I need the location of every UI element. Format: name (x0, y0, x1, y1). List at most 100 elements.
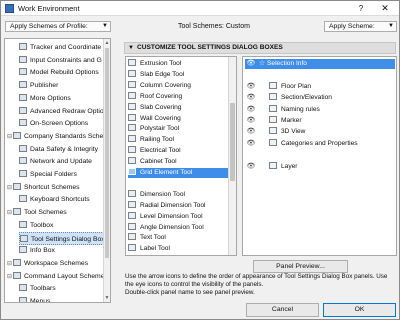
tree-item-label: Menus (30, 298, 51, 303)
panel-list-item[interactable]: 👁 ☆ Selection Info (245, 59, 395, 69)
panel-header-title: CUSTOMIZE TOOL SETTINGS DIALOG BOXES (137, 44, 283, 51)
tree-item-label: On-Screen Options (30, 120, 89, 128)
tree-item[interactable]: More Options (19, 92, 104, 105)
tree-item[interactable]: ⊟ Company Standards Schem (7, 130, 109, 143)
tree-item-label: Command Layout Scheme (24, 272, 105, 280)
panel-list-item[interactable]: 👁 Section/Elevation (245, 93, 395, 103)
tool-list-scroll-thumb[interactable] (230, 103, 235, 181)
tree-item[interactable]: Tracker and Coordinate (19, 41, 104, 54)
cancel-button[interactable]: Cancel (246, 303, 319, 317)
settings-page-icon (19, 157, 27, 165)
tree-scrollbar[interactable]: ▲ ▼ (103, 39, 110, 302)
tree-item[interactable]: Advanced Redraw Optio (19, 105, 104, 118)
panel-preview-button[interactable]: Panel Preview... (253, 260, 348, 273)
tree-item-label: Workspace Schemes (24, 259, 89, 267)
panel-list[interactable]: 👁 ☆ Selection Info 👁 Floor Plan 👁 Section/Elev… (242, 56, 397, 256)
tree-item[interactable]: Model Rebuild Options (19, 66, 104, 79)
tree-item[interactable]: Menus (19, 295, 104, 303)
tool-list-item[interactable]: Dimension Tool (128, 189, 228, 200)
tool-list-label: Radial Dimension Tool (140, 201, 206, 209)
tool-list-item[interactable]: Label Tool (128, 244, 228, 254)
tree-item[interactable]: Input Constraints and G (19, 54, 104, 67)
eye-icon[interactable]: 👁 (245, 59, 257, 69)
tool-icon (128, 222, 136, 230)
tool-list-label: Dimension Tool (140, 190, 185, 198)
tree-item[interactable]: Toolbox (19, 219, 104, 232)
panel-header[interactable]: ▼ CUSTOMIZE TOOL SETTINGS DIALOG BOXES (124, 42, 396, 54)
tool-list-item[interactable]: Extrusion Tool (128, 59, 228, 69)
tree-item[interactable]: Network and Update (19, 155, 104, 168)
tree-item[interactable]: Keyboard Shortcuts (19, 193, 104, 206)
tool-list-item[interactable]: Electrical Tool (128, 146, 228, 156)
tree-item[interactable]: ⊟ Tool Schemes (7, 206, 104, 219)
eye-icon[interactable]: 👁 (245, 116, 257, 126)
settings-page-icon (19, 55, 27, 63)
tool-list-item[interactable]: Wall Covering (128, 113, 228, 124)
tool-list-item[interactable]: Slab Covering (128, 102, 228, 113)
panel-list-item[interactable]: 👁 Floor Plan (245, 81, 395, 92)
settings-tree[interactable]: Tracker and Coordinate Input Constraints … (4, 38, 111, 303)
eye-icon[interactable]: 👁 (245, 93, 257, 103)
eye-icon[interactable]: 👁 (245, 162, 257, 172)
panel-list-item[interactable]: 👁 Naming rules (245, 104, 395, 115)
scroll-down-icon[interactable]: ▼ (104, 295, 110, 301)
collapse-arrow-icon[interactable]: ▼ (128, 43, 134, 53)
tree-item-label: Model Rebuild Options (30, 69, 99, 77)
panel-list-item[interactable]: 👁 Layer (245, 161, 395, 172)
panel-list-label: Selection Info (267, 60, 307, 67)
tree-item[interactable]: ⊟ Command Layout Scheme (7, 270, 104, 283)
tree-scroll-thumb[interactable] (105, 48, 109, 258)
tool-list-item[interactable]: Level Dimension Tool (128, 211, 228, 222)
eye-icon[interactable]: 👁 (245, 82, 257, 92)
eye-icon[interactable]: 👁 (245, 139, 257, 149)
tool-list-item[interactable]: Column Covering (128, 80, 228, 91)
tree-item-label: Info Box (30, 247, 55, 255)
tree-item[interactable]: Info Box (19, 244, 104, 257)
ok-button[interactable]: OK (323, 303, 396, 317)
tool-list-label: Extrusion Tool (140, 60, 182, 67)
tool-list-item[interactable]: Slab Edge Tool (128, 69, 228, 80)
close-button[interactable]: ✕ (375, 3, 395, 14)
folder-icon (13, 131, 21, 139)
tree-item[interactable]: Publisher (19, 79, 104, 92)
panel-list-label: Section/Elevation (281, 94, 332, 102)
tool-icon (128, 168, 136, 175)
tool-list-item[interactable]: Railing Tool (128, 135, 228, 145)
tool-icon (128, 80, 136, 88)
tool-list-item[interactable]: Radial Dimension Tool (128, 200, 228, 211)
tool-list-item[interactable]: Roof Covering (128, 91, 228, 102)
tool-list-scrollbar[interactable] (228, 57, 236, 255)
tool-list-item[interactable]: Cabinet Tool (128, 157, 228, 167)
tree-item[interactable]: ⊟ Workspace Schemes (7, 257, 104, 270)
panel-list-item[interactable]: 👁 Categories and Properties (245, 138, 395, 149)
tree-item[interactable]: ⊟ Shortcut Schemes (7, 181, 104, 194)
tool-list-item[interactable]: Text Tool (128, 233, 228, 243)
tool-list[interactable]: Extrusion Tool Slab Edge Tool Column Cover… (125, 56, 237, 256)
profile-scheme-dropdown[interactable]: Apply Schemes of Profile: ▼ (5, 21, 111, 32)
apply-scheme-dropdown[interactable]: Apply Scheme: ▼ (324, 21, 397, 32)
tree-item[interactable]: Special Folders (19, 168, 104, 181)
tree-item-label: Shortcut Schemes (24, 183, 80, 191)
tool-list-item[interactable]: Polystair Tool (128, 124, 228, 134)
settings-page-icon (19, 246, 27, 254)
help-text-line-2: the eye icons to control the visibility … (125, 281, 264, 288)
help-button[interactable]: ? (354, 3, 368, 14)
tool-list-item[interactable]: Grid Element Tool (128, 168, 228, 178)
tool-icon (128, 211, 136, 219)
tree-item-label: Data Safety & Integrity (30, 145, 99, 153)
tool-list-label: Slab Edge Tool (140, 70, 185, 78)
tree-item[interactable]: Toolbars (19, 282, 104, 295)
panel-list-item[interactable]: 👁 Marker (245, 116, 395, 126)
tree-item[interactable]: Tool Settings Dialog Box (19, 231, 105, 245)
tool-list-item[interactable]: Angle Dimension Tool (128, 222, 228, 233)
app-icon (5, 4, 14, 13)
settings-page-icon (19, 170, 27, 177)
tree-item[interactable]: On-Screen Options (19, 117, 104, 130)
panel-list-item[interactable]: 👁 3D View (245, 127, 395, 137)
tree-item[interactable]: Data Safety & Integrity (19, 143, 104, 156)
eye-icon[interactable]: 👁 (245, 105, 257, 115)
scroll-up-icon[interactable]: ▲ (104, 40, 110, 46)
eye-icon[interactable]: 👁 (245, 127, 257, 137)
tree-item-label: Toolbars (30, 285, 56, 293)
chevron-down-icon: ▼ (388, 23, 394, 29)
